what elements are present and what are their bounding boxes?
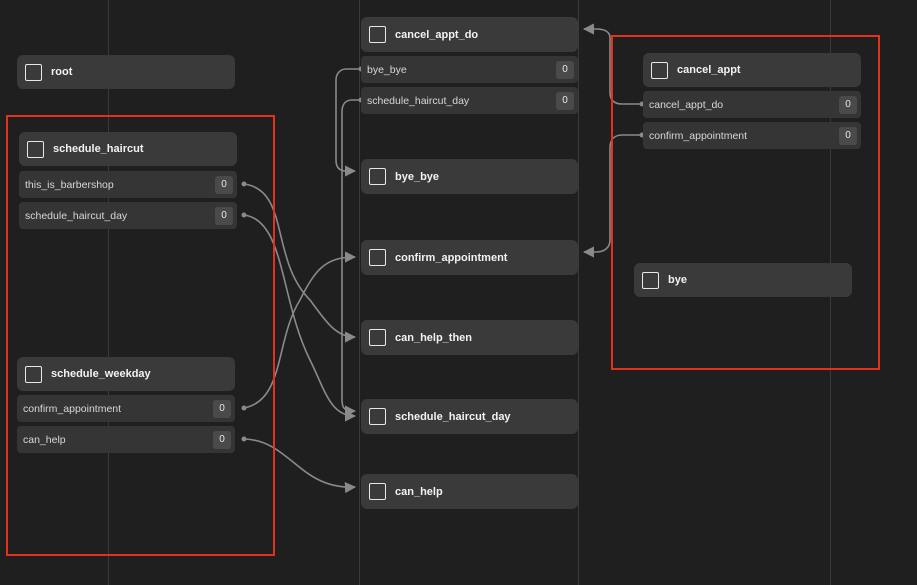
node-can_help_then[interactable]: can_help_then <box>361 320 578 355</box>
node-schedule_haircut_day[interactable]: schedule_haircut_day <box>361 399 578 434</box>
connector-bye_bye-to-bye_bye <box>335 68 361 177</box>
node-confirm_appointment[interactable]: confirm_appointment <box>361 240 578 275</box>
node-bye_bye[interactable]: bye_bye <box>361 159 578 194</box>
node-row-schedule_haircut_day[interactable]: schedule_haircut_day 0 <box>361 87 578 114</box>
node-cancel_appt_do[interactable]: cancel_appt_do <box>361 17 578 52</box>
row-label: schedule_haircut_day <box>367 94 470 107</box>
node-checkbox[interactable] <box>369 483 386 500</box>
node-title: cancel_appt_do <box>395 28 479 41</box>
node-checkbox[interactable] <box>25 63 42 81</box>
row-count-badge: 0 <box>556 60 574 79</box>
node-checkbox[interactable] <box>369 26 386 43</box>
node-checkbox[interactable] <box>369 249 386 266</box>
highlight-box-left <box>6 115 275 556</box>
node-row-bye_bye[interactable]: bye_bye 0 <box>361 56 578 83</box>
highlight-box-right <box>611 35 880 370</box>
node-title: can_help <box>395 485 443 498</box>
node-root[interactable]: root <box>17 55 235 89</box>
node-title: schedule_haircut_day <box>395 410 511 423</box>
node-checkbox[interactable] <box>369 329 386 346</box>
node-title: bye_bye <box>395 170 440 183</box>
row-count-badge: 0 <box>556 91 574 110</box>
node-checkbox[interactable] <box>369 408 386 425</box>
node-title: can_help_then <box>395 331 473 344</box>
row-label: bye_bye <box>367 63 407 76</box>
node-title: confirm_appointment <box>395 251 508 264</box>
connector-row-schedule_haircut_day-to-node <box>341 99 361 417</box>
node-can_help[interactable]: can_help <box>361 474 578 509</box>
node-title: root <box>51 66 73 78</box>
node-checkbox[interactable] <box>369 168 386 185</box>
